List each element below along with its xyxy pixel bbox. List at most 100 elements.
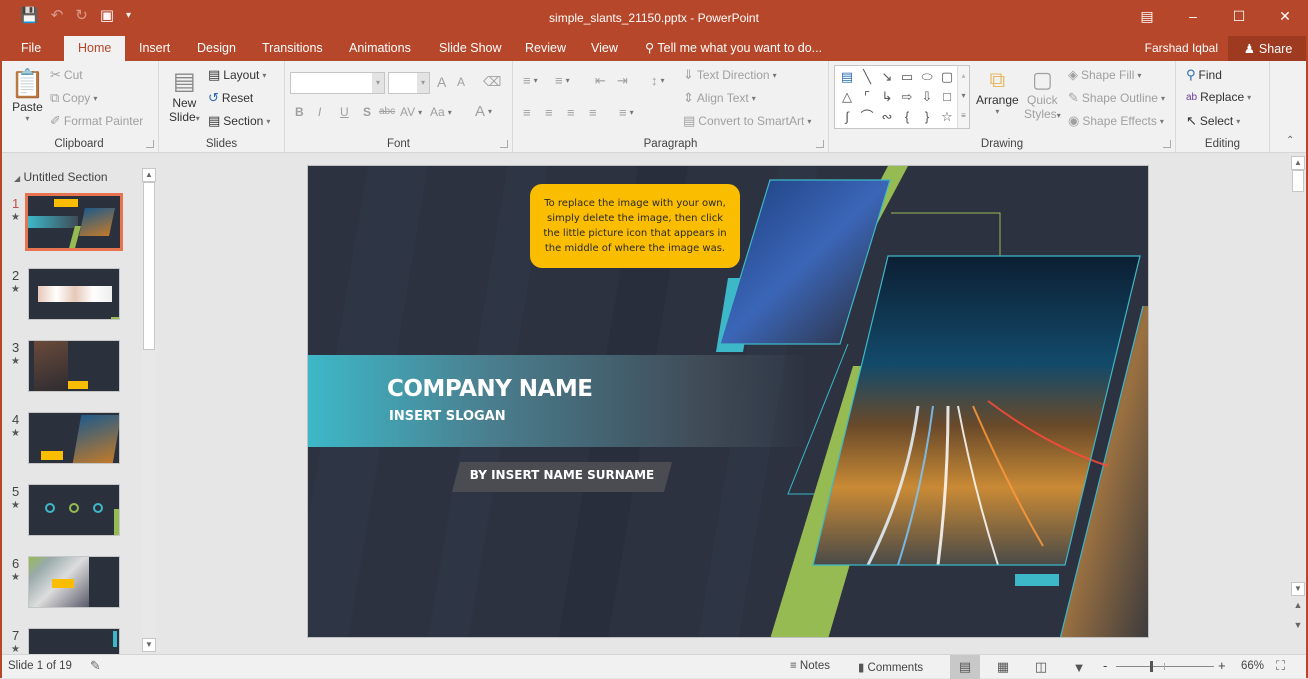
slide-thumb-row[interactable]: 5 ★ [0, 484, 140, 544]
notes-button[interactable]: ≡ Notes [790, 660, 830, 672]
font-launcher-icon[interactable] [500, 140, 508, 148]
clear-formatting-button[interactable]: ⌫ [483, 74, 501, 90]
left-brace-shape-icon[interactable]: { [897, 107, 917, 127]
chevron-down-icon[interactable]: ▾ [417, 73, 429, 93]
text-direction-button[interactable]: ⇓ Text Direction ▾ [683, 67, 777, 83]
slide-thumb-row[interactable]: 3 ★ [0, 340, 140, 400]
ribbon-display-options-icon[interactable]: ▤ [1124, 0, 1170, 32]
collapse-ribbon-icon[interactable]: ⌃ [1286, 135, 1294, 146]
tab-view[interactable]: View [591, 36, 618, 61]
bullets-button[interactable]: ≡ ▾ [523, 73, 538, 88]
section-header[interactable]: ◢ Untitled Section [14, 170, 108, 184]
shape-fill-button[interactable]: ◈ Shape Fill ▾ [1068, 67, 1141, 83]
character-spacing-button[interactable]: AV ▾ [400, 105, 422, 119]
collapse-triangle-icon[interactable]: ◢ [14, 174, 20, 183]
slide-thumbnail[interactable] [28, 484, 120, 536]
arrange-button[interactable]: ⧉ Arrange ▾ [976, 67, 1019, 116]
italic-button[interactable]: I [318, 105, 321, 119]
zoom-out-button[interactable]: - [1103, 658, 1107, 673]
section-button[interactable]: ▤ Section ▾ [208, 113, 270, 129]
textbox-shape-icon[interactable]: ▤ [837, 67, 857, 87]
strikethrough-button[interactable]: abc [379, 106, 395, 117]
grow-font-button[interactable]: A [437, 74, 446, 90]
byline-text[interactable]: BY INSERT NAME SURNAME [456, 468, 668, 482]
convert-smartart-button[interactable]: ▤ Convert to SmartArt ▾ [683, 113, 811, 129]
chevron-down-icon[interactable]: ▾ [372, 73, 384, 93]
minimize-icon[interactable]: – [1170, 0, 1216, 32]
star-shape-icon[interactable]: ☆ [937, 107, 957, 127]
slide-thumbnail[interactable] [28, 628, 120, 654]
reset-button[interactable]: ↺ Reset [208, 90, 253, 106]
shapes-gallery-scroll[interactable]: ▴ ▾ ≡ [957, 66, 969, 128]
align-center-button[interactable]: ≡ [545, 105, 553, 120]
scrollbar-thumb[interactable] [143, 182, 155, 350]
right-brace-shape-icon[interactable]: } [917, 107, 937, 127]
clipboard-launcher-icon[interactable] [146, 140, 154, 148]
replace-button[interactable]: ab Replace ▾ [1186, 90, 1251, 104]
paragraph-launcher-icon[interactable] [816, 140, 824, 148]
slide-thumbnail[interactable] [25, 193, 123, 251]
zoom-slider-thumb[interactable] [1150, 661, 1154, 672]
slide-show-button[interactable]: ▼ [1064, 655, 1094, 679]
reading-view-button[interactable]: ◫ [1026, 655, 1056, 679]
slide-thumb-row[interactable]: 4 ★ [0, 412, 140, 472]
zoom-in-button[interactable]: + [1218, 658, 1226, 673]
fit-to-window-icon[interactable]: ⛶ [1276, 658, 1285, 674]
line-spacing-button[interactable]: ↕ ▾ [651, 73, 665, 88]
close-icon[interactable]: ✕ [1262, 0, 1308, 32]
slide-thumb-row[interactable]: 7 ★ [0, 628, 140, 654]
slide-thumb-row[interactable]: 1 ★ [0, 193, 140, 256]
increase-indent-button[interactable]: ⇥ [617, 73, 628, 89]
layout-button[interactable]: ▤ Layout ▾ [208, 67, 266, 83]
numbering-button[interactable]: ≡ ▾ [555, 73, 570, 88]
line-shape-icon[interactable]: ╲ [857, 67, 877, 87]
next-slide-icon[interactable]: ▼ [1291, 620, 1305, 630]
align-right-button[interactable]: ≡ [567, 105, 575, 120]
change-case-button[interactable]: Aa ▾ [430, 105, 452, 119]
slide-thumbnail[interactable] [28, 412, 120, 464]
thumbnails-scrollbar[interactable]: ▲ ▼ [142, 168, 156, 652]
slogan-text[interactable]: INSERT SLOGAN [389, 409, 506, 424]
scroll-down-icon[interactable]: ▼ [142, 638, 156, 652]
tab-file[interactable]: File [21, 36, 41, 61]
shape-effects-button[interactable]: ◉ Shape Effects ▾ [1068, 113, 1164, 129]
normal-view-button[interactable]: ▤ [950, 655, 980, 679]
slide-sorter-button[interactable]: ▦ [988, 655, 1018, 679]
shrink-font-button[interactable]: A [457, 75, 465, 89]
arrow-line-shape-icon[interactable]: ↘ [877, 67, 897, 87]
elbow-arrow-shape-icon[interactable]: ↳ [877, 87, 897, 107]
tab-insert[interactable]: Insert [139, 36, 170, 61]
scroll-up-icon[interactable]: ▲ [142, 168, 156, 182]
font-size-combo[interactable]: ▾ [388, 72, 430, 94]
rectangle-shape-icon[interactable]: ▭ [897, 67, 917, 87]
slide-thumbnail[interactable] [28, 268, 120, 320]
slide-scrollbar[interactable]: ▲ ▼ ▲ ▼ [1291, 154, 1305, 654]
quick-styles-button[interactable]: ▢ Quick Styles▾ [1024, 67, 1061, 121]
oval-shape-icon[interactable]: ⬭ [917, 67, 937, 87]
zoom-level[interactable]: 66% [1241, 660, 1264, 672]
tab-slide-show[interactable]: Slide Show [439, 36, 502, 61]
scroll-down-icon[interactable]: ▼ [1291, 582, 1305, 596]
user-name[interactable]: Farshad Iqbal [1145, 41, 1218, 55]
copy-button[interactable]: ⧉ Copy ▾ [50, 90, 97, 106]
find-button[interactable]: ⚲ Find [1186, 67, 1222, 83]
share-button[interactable]: ♟ Share [1228, 36, 1308, 61]
maximize-icon[interactable]: ☐ [1216, 0, 1262, 32]
scroll-up-icon[interactable]: ▲ [1291, 156, 1305, 170]
zoom-slider[interactable] [1116, 661, 1214, 672]
slide-thumbnail[interactable] [28, 556, 120, 608]
align-left-button[interactable]: ≡ [523, 105, 531, 120]
tab-design[interactable]: Design [197, 36, 236, 61]
columns-button[interactable]: ≡ ▾ [619, 105, 634, 120]
slide-canvas[interactable]: To replace the image with your own, simp… [307, 165, 1149, 638]
tab-animations[interactable]: Animations [349, 36, 411, 61]
elbow-connector-shape-icon[interactable]: ⌜ [857, 87, 877, 107]
snip-shape-icon[interactable]: □ [937, 87, 957, 107]
company-name-text[interactable]: COMPANY NAME [387, 376, 593, 402]
tab-transitions[interactable]: Transitions [262, 36, 323, 61]
slide-thumbnail[interactable] [28, 340, 120, 392]
paste-button[interactable]: 📋 Paste ▾ [10, 67, 45, 123]
down-arrow-shape-icon[interactable]: ⇩ [917, 87, 937, 107]
font-name-combo[interactable]: ▾ [290, 72, 385, 94]
new-slide-button[interactable]: ▤ New Slide▾ [169, 67, 200, 124]
